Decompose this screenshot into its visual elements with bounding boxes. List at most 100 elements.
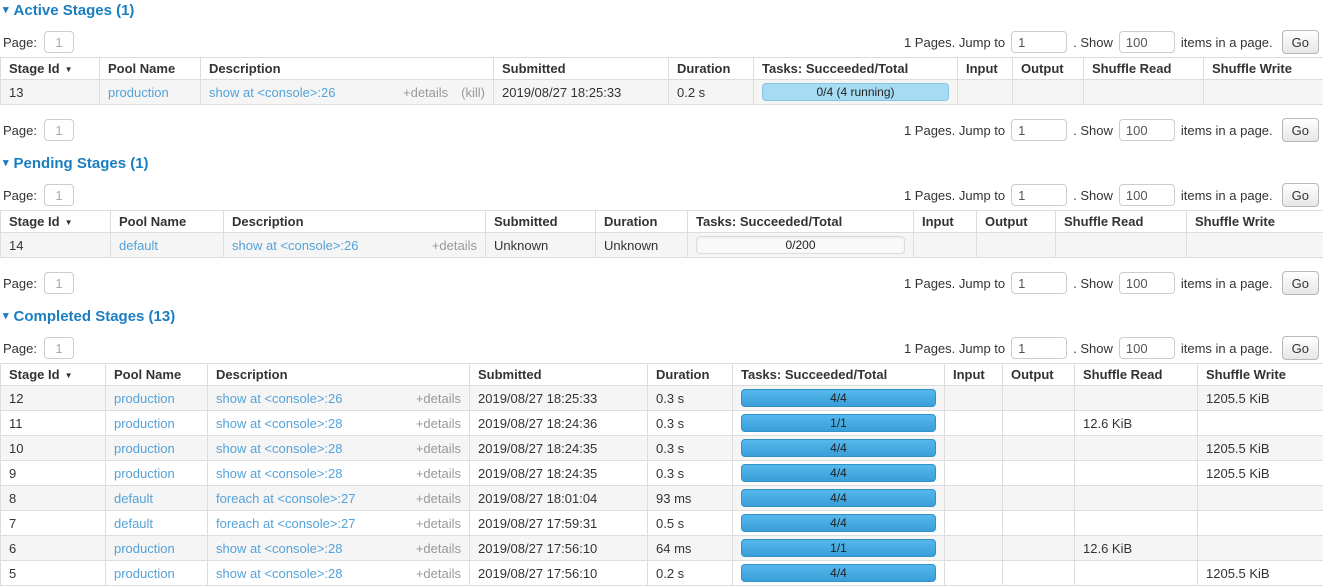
show-items-input[interactable] [1119,31,1175,53]
description-link[interactable]: show at <console>:26 [232,238,358,253]
show-items-input[interactable] [1119,272,1175,294]
column-header-submitted[interactable]: Submitted [486,211,596,233]
column-header-input[interactable]: Input [914,211,977,233]
column-header-input[interactable]: Input [958,58,1013,80]
collapse-arrow-icon: ▾ [3,3,9,18]
go-button[interactable]: Go [1282,118,1319,142]
details-toggle[interactable]: +details [416,541,461,556]
column-header-tasks[interactable]: Tasks: Succeeded/Total [754,58,958,80]
jump-to-page-input[interactable] [1011,184,1067,206]
column-header-shuffle-write[interactable]: Shuffle Write [1198,364,1323,386]
pool-name-link[interactable]: production [114,541,175,556]
section-heading-pending-stages[interactable]: ▾ Pending Stages (1) [3,155,1323,172]
section-heading-active-stages[interactable]: ▾ Active Stages (1) [3,2,1323,19]
column-header-duration[interactable]: Duration [669,58,754,80]
column-header-shuffle-read[interactable]: Shuffle Read [1056,211,1187,233]
show-items-input[interactable] [1119,184,1175,206]
show-label: . Show [1073,188,1113,203]
column-header-submitted[interactable]: Submitted [470,364,648,386]
pool-name-link[interactable]: production [114,441,175,456]
column-header-input[interactable]: Input [945,364,1003,386]
section-heading-completed-stages[interactable]: ▾ Completed Stages (13) [3,308,1323,325]
description-cell: show at <console>:28 +details [208,411,470,436]
jump-to-page-input[interactable] [1011,272,1067,294]
jump-to-page-input[interactable] [1011,337,1067,359]
description-link[interactable]: show at <console>:28 [216,466,342,481]
table-header-row: Stage Id▼ Pool Name Description Submitte… [1,364,1323,386]
pages-count-text: 1 Pages. Jump to [904,188,1005,203]
details-toggle[interactable]: +details [416,391,461,406]
stage-id-cell: 9 [1,461,106,486]
details-toggle[interactable]: +details [403,85,448,100]
column-header-description[interactable]: Description [208,364,470,386]
task-progress-bar: 0/200 [696,236,905,254]
description-link[interactable]: foreach at <console>:27 [216,516,356,531]
description-link[interactable]: show at <console>:28 [216,566,342,581]
details-toggle[interactable]: +details [416,466,461,481]
pool-name-link[interactable]: production [108,85,169,100]
column-header-output[interactable]: Output [977,211,1056,233]
go-button[interactable]: Go [1282,271,1319,295]
column-header-submitted[interactable]: Submitted [494,58,669,80]
column-header-shuffle-read[interactable]: Shuffle Read [1084,58,1204,80]
column-header-duration[interactable]: Duration [648,364,733,386]
pool-name-link[interactable]: production [114,416,175,431]
column-header-output[interactable]: Output [1013,58,1084,80]
column-header-pool-name[interactable]: Pool Name [100,58,201,80]
column-header-stage-id[interactable]: Stage Id▼ [1,58,100,80]
details-toggle[interactable]: +details [416,416,461,431]
tasks-cell: 4/4 [733,436,945,461]
submitted-cell: Unknown [486,233,596,258]
column-header-stage-id[interactable]: Stage Id▼ [1,211,111,233]
pool-name-link[interactable]: production [114,566,175,581]
description-link[interactable]: show at <console>:28 [216,541,342,556]
details-toggle[interactable]: +details [416,566,461,581]
column-header-duration[interactable]: Duration [596,211,688,233]
kill-link[interactable]: (kill) [461,85,485,100]
jump-to-page-input[interactable] [1011,31,1067,53]
column-header-stage-id[interactable]: Stage Id▼ [1,364,106,386]
go-button[interactable]: Go [1282,183,1319,207]
details-toggle[interactable]: +details [432,238,477,253]
column-header-pool-name[interactable]: Pool Name [111,211,224,233]
items-per-page-label: items in a page. [1181,35,1273,50]
column-header-description[interactable]: Description [224,211,486,233]
shuffle-read-cell: 12.6 KiB [1075,411,1198,436]
description-link[interactable]: show at <console>:26 [209,85,335,100]
details-toggle[interactable]: +details [416,441,461,456]
description-link[interactable]: foreach at <console>:27 [216,491,356,506]
page-number-input[interactable] [44,272,74,294]
details-toggle[interactable]: +details [416,516,461,531]
column-header-output[interactable]: Output [1003,364,1075,386]
column-header-shuffle-write[interactable]: Shuffle Write [1187,211,1323,233]
show-items-input[interactable] [1119,337,1175,359]
pool-name-link[interactable]: default [114,516,153,531]
pool-name-link[interactable]: default [114,491,153,506]
description-cell: show at <console>:28 +details [208,536,470,561]
description-link[interactable]: show at <console>:28 [216,441,342,456]
task-progress-bar: 1/1 [741,539,936,557]
column-header-shuffle-read[interactable]: Shuffle Read [1075,364,1198,386]
task-progress-bar: 4/4 [741,564,936,582]
show-items-input[interactable] [1119,119,1175,141]
column-header-description[interactable]: Description [201,58,494,80]
page-number-input[interactable] [44,119,74,141]
pool-name-link[interactable]: production [114,466,175,481]
column-header-pool-name[interactable]: Pool Name [106,364,208,386]
description-link[interactable]: show at <console>:26 [216,391,342,406]
jump-to-page-input[interactable] [1011,119,1067,141]
page-number-input[interactable] [44,184,74,206]
go-button[interactable]: Go [1282,30,1319,54]
output-cell [1003,486,1075,511]
page-number-input[interactable] [44,337,74,359]
page-number-input[interactable] [44,31,74,53]
pool-name-link[interactable]: production [114,391,175,406]
column-header-tasks[interactable]: Tasks: Succeeded/Total [733,364,945,386]
description-link[interactable]: show at <console>:28 [216,416,342,431]
details-toggle[interactable]: +details [416,491,461,506]
column-header-tasks[interactable]: Tasks: Succeeded/Total [688,211,914,233]
description-cell: show at <console>:26 +details (kill) [201,80,494,105]
go-button[interactable]: Go [1282,336,1319,360]
pool-name-link[interactable]: default [119,238,158,253]
column-header-shuffle-write[interactable]: Shuffle Write [1204,58,1323,80]
